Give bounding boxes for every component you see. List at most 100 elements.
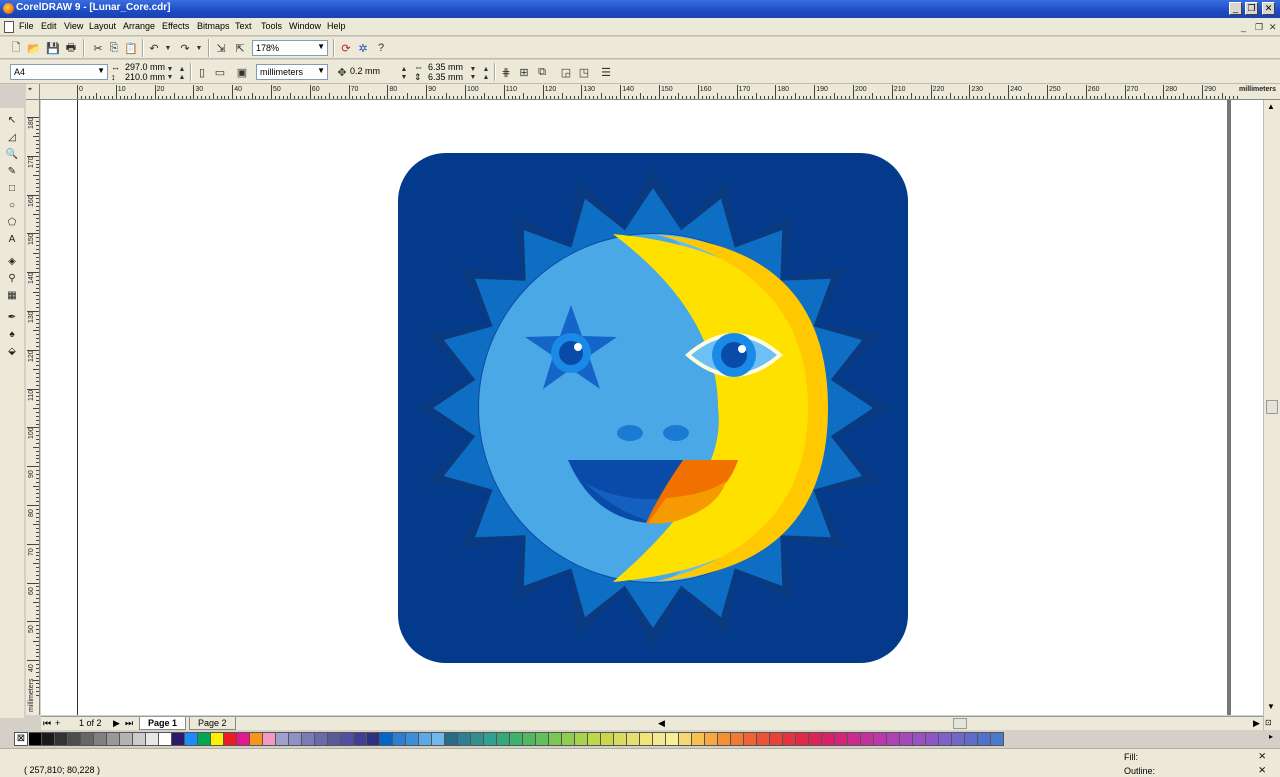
doc-minimize-button[interactable]: _ <box>1241 22 1246 32</box>
palette-swatch[interactable] <box>640 732 653 746</box>
interactive-transparency-icon[interactable]: ▦ <box>4 287 20 303</box>
snap-to-objects-icon[interactable]: ⧉ <box>534 64 550 80</box>
palette-swatch[interactable] <box>484 732 497 746</box>
palette-swatch[interactable] <box>588 732 601 746</box>
redo-dropdown-icon[interactable]: ▼ <box>191 40 207 56</box>
palette-swatch[interactable] <box>757 732 770 746</box>
palette-swatch[interactable] <box>68 732 81 746</box>
palette-swatch[interactable] <box>419 732 432 746</box>
palette-swatch[interactable] <box>835 732 848 746</box>
palette-swatch[interactable] <box>29 732 42 746</box>
spinner-up-icon[interactable]: ▲ <box>478 69 494 85</box>
import-icon[interactable]: ⇲ <box>213 40 229 56</box>
ruler-origin[interactable]: ⌖ <box>26 84 40 100</box>
palette-swatch[interactable] <box>705 732 718 746</box>
palette-swatch[interactable] <box>341 732 354 746</box>
drawing-canvas[interactable] <box>41 100 1263 715</box>
palette-swatch[interactable] <box>81 732 94 746</box>
minimize-button[interactable]: _ <box>1229 2 1242 15</box>
whats-this-help-icon[interactable]: ? <box>373 40 389 56</box>
open-folder-icon[interactable]: 📂 <box>26 40 42 56</box>
palette-swatch[interactable] <box>601 732 614 746</box>
application-launcher-icon[interactable]: ⟳ <box>338 40 354 56</box>
save-icon[interactable]: 💾 <box>45 40 61 56</box>
spinner-up-icon[interactable]: ▲ <box>174 69 190 85</box>
chevron-down-icon[interactable]: ▼ <box>317 66 325 75</box>
corel-web-icon[interactable]: ✲ <box>355 40 371 56</box>
freehand-tool-icon[interactable]: ✎ <box>4 163 20 179</box>
spinner-down-icon[interactable]: ▼ <box>396 69 412 85</box>
palette-swatch[interactable] <box>614 732 627 746</box>
palette-swatch[interactable] <box>991 732 1004 746</box>
duplicate-x-value[interactable]: 6.35 mm <box>428 62 463 72</box>
page-size-combo[interactable]: A4 ▼ <box>10 64 108 80</box>
palette-swatch[interactable] <box>679 732 692 746</box>
palette-swatch[interactable] <box>198 732 211 746</box>
close-button[interactable]: ✕ <box>1262 2 1275 15</box>
scroll-up-icon[interactable]: ▲ <box>1267 102 1275 111</box>
polygon-tool-icon[interactable]: ⬠ <box>4 214 20 230</box>
no-color-swatch[interactable]: ⊠ <box>14 732 28 746</box>
palette-swatch[interactable] <box>445 732 458 746</box>
chevron-down-icon[interactable]: ▼ <box>97 66 105 75</box>
pick-tool-icon[interactable]: ↖ <box>4 112 20 128</box>
lunar-core-artwork[interactable] <box>398 153 908 663</box>
palette-swatch[interactable] <box>354 732 367 746</box>
palette-swatch[interactable] <box>770 732 783 746</box>
palette-swatch[interactable] <box>978 732 991 746</box>
page-width-value[interactable]: 297.0 mm <box>125 62 165 72</box>
palette-swatch[interactable] <box>432 732 445 746</box>
paste-icon[interactable]: 📋 <box>123 40 139 56</box>
palette-swatch[interactable] <box>952 732 965 746</box>
palette-swatch[interactable] <box>211 732 224 746</box>
palette-swatch[interactable] <box>692 732 705 746</box>
menu-edit[interactable]: Edit <box>41 21 57 31</box>
palette-swatch[interactable] <box>289 732 302 746</box>
menu-file[interactable]: File <box>19 21 34 31</box>
palette-swatch[interactable] <box>939 732 952 746</box>
pen-outline-icon[interactable]: ♠ <box>4 326 20 342</box>
rectangle-tool-icon[interactable]: □ <box>4 180 20 196</box>
vertical-scrollbar[interactable]: ▲ ▼ ⊡ <box>1263 100 1280 730</box>
fill-tool-icon[interactable]: ⬙ <box>4 343 20 359</box>
tab-page-2[interactable]: Page 2 <box>189 717 236 730</box>
doc-restore-button[interactable]: ❐ <box>1255 22 1263 33</box>
palette-swatch[interactable] <box>900 732 913 746</box>
shape-tool-icon[interactable]: ◿ <box>4 129 20 145</box>
export-icon[interactable]: ⇱ <box>232 40 248 56</box>
palette-swatch[interactable] <box>250 732 263 746</box>
draw-selected-icon[interactable]: ◳ <box>576 64 592 80</box>
palette-swatch[interactable] <box>666 732 679 746</box>
duplicate-y-value[interactable]: 6.35 mm <box>428 72 463 82</box>
palette-swatch[interactable] <box>926 732 939 746</box>
last-page-icon[interactable]: ⏭ <box>123 717 135 730</box>
undo-dropdown-icon[interactable]: ▼ <box>160 40 176 56</box>
horizontal-scroll-thumb[interactable] <box>953 718 967 729</box>
palette-swatch[interactable] <box>523 732 536 746</box>
menu-bitmaps[interactable]: Bitmaps <box>197 21 230 31</box>
palette-swatch[interactable] <box>861 732 874 746</box>
add-page-icon[interactable]: + <box>53 717 62 730</box>
menu-tools[interactable]: Tools <box>261 21 282 31</box>
zoom-level-combo[interactable]: 178% ▼ <box>252 40 328 56</box>
interactive-fill-icon[interactable]: ◈ <box>4 253 20 269</box>
palette-swatch[interactable] <box>42 732 55 746</box>
palette-swatch[interactable] <box>458 732 471 746</box>
snap-to-grid-icon[interactable]: ⋕ <box>498 64 514 80</box>
palette-swatch[interactable] <box>731 732 744 746</box>
palette-swatch[interactable] <box>315 732 328 746</box>
portrait-icon[interactable]: ▯ <box>194 64 210 80</box>
palette-swatch[interactable] <box>562 732 575 746</box>
next-page-icon[interactable]: ▶ <box>111 717 122 730</box>
palette-swatch[interactable] <box>718 732 731 746</box>
options-icon[interactable]: ☰ <box>598 64 614 80</box>
landscape-icon[interactable]: ▭ <box>212 64 228 80</box>
palette-swatch[interactable] <box>120 732 133 746</box>
eyedropper-tool-icon[interactable]: ⚲ <box>4 270 20 286</box>
units-combo[interactable]: millimeters ▼ <box>256 64 328 80</box>
copy-icon[interactable]: ⎘ <box>106 40 122 56</box>
menu-effects[interactable]: Effects <box>162 21 189 31</box>
palette-swatch[interactable] <box>146 732 159 746</box>
zoom-tool-icon[interactable]: 🔍 <box>4 146 20 162</box>
palette-swatch[interactable] <box>796 732 809 746</box>
